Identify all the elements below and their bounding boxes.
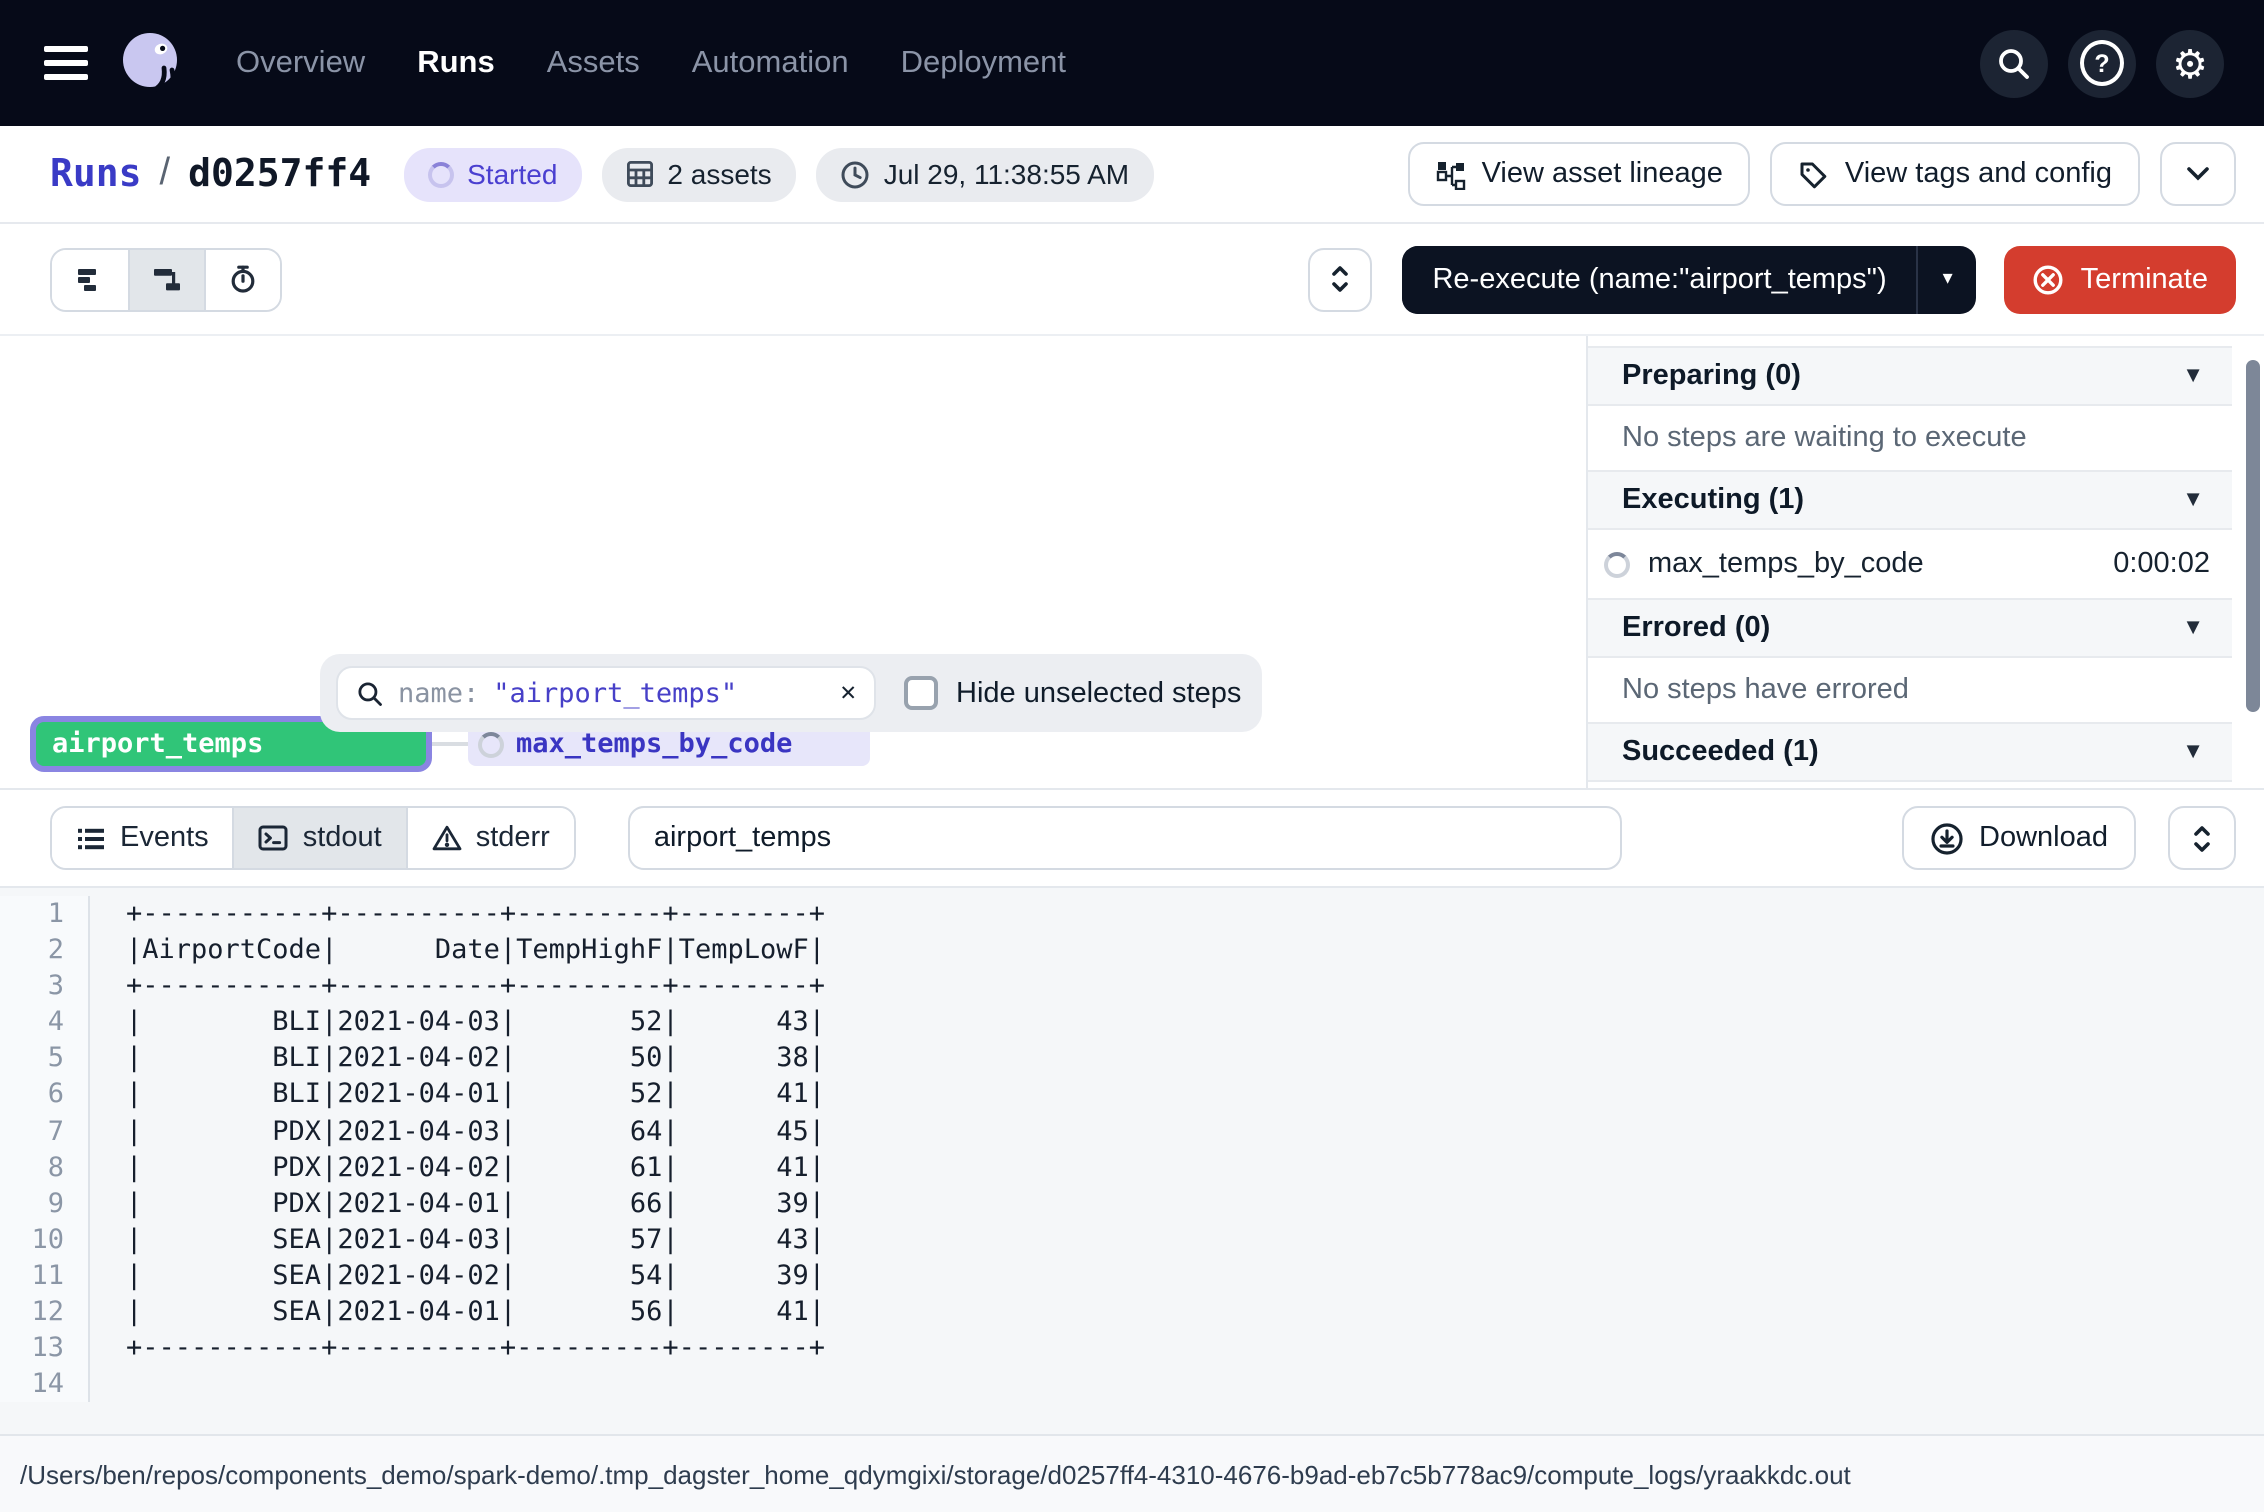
download-button[interactable]: Download: [1901, 806, 2136, 870]
gantt-flat-icon: [75, 265, 105, 293]
events-list-icon: [76, 825, 106, 851]
caret-down-icon: ▼: [2182, 488, 2204, 512]
log-line: 10| SEA|2021-04-03| 57| 43|: [0, 1222, 2264, 1258]
spinner-icon: [478, 731, 504, 757]
warning-triangle-icon: [432, 824, 462, 852]
view-gantt-flat-button[interactable]: [52, 249, 128, 309]
reexecute-dropdown-caret[interactable]: ▾: [1917, 245, 1977, 313]
tab-stderr[interactable]: stderr: [406, 808, 574, 868]
nav-item-runs[interactable]: Runs: [417, 45, 495, 81]
top-nav: Overview Runs Assets Automation Deployme…: [0, 0, 2264, 126]
log-line: 9| PDX|2021-04-01| 66| 39|: [0, 1186, 2264, 1222]
tab-stdout[interactable]: stdout: [233, 808, 406, 868]
log-file-path: /Users/ben/repos/components_demo/spark-d…: [20, 1459, 1851, 1489]
section-succeeded-header[interactable]: Succeeded (1) ▼: [1588, 722, 2232, 782]
elapsed-time: 0:00:02: [2113, 548, 2210, 580]
breadcrumb-runs-link[interactable]: Runs: [50, 152, 142, 196]
search-icon[interactable]: [1980, 29, 2048, 97]
view-mode-toggle: [50, 247, 282, 311]
reexecute-button[interactable]: Re-execute (name:"airport_temps"): [1402, 245, 1916, 313]
log-line: 5| BLI|2021-04-02| 50| 38|: [0, 1041, 2264, 1077]
expand-vertical-icon: [1328, 264, 1352, 294]
terminate-circle-x-icon: [2033, 263, 2065, 295]
log-line: 7| PDX|2021-04-03| 64| 45|: [0, 1113, 2264, 1149]
hide-unselected-label: Hide unselected steps: [956, 677, 1241, 709]
run-id: d0257ff4: [188, 152, 371, 196]
gantt-waterfall-icon: [152, 265, 182, 293]
timestamp-badge: Jul 29, 11:38:55 AM: [816, 147, 1153, 201]
panel-scrollbar-thumb[interactable]: [2246, 360, 2260, 712]
download-icon: [1929, 821, 1963, 855]
section-preparing-message: No steps are waiting to execute: [1588, 406, 2264, 470]
log-line: 4| BLI|2021-04-03| 52| 43|: [0, 1005, 2264, 1041]
spinner-icon: [1604, 551, 1630, 577]
asset-grid-icon: [625, 160, 653, 188]
log-line: 13+-----------+----------+---------+----…: [0, 1330, 2264, 1366]
more-actions-chevron-button[interactable]: [2160, 142, 2236, 206]
caret-down-icon: ▼: [2182, 364, 2204, 388]
log-line: 12| SEA|2021-04-01| 56| 41|: [0, 1294, 2264, 1330]
chevron-down-icon: [2186, 166, 2210, 182]
nav-item-assets[interactable]: Assets: [547, 45, 640, 81]
log-file-path-bar: /Users/ben/repos/components_demo/spark-d…: [0, 1434, 2264, 1512]
executing-step-row[interactable]: max_temps_by_code 0:00:02: [1588, 530, 2264, 598]
step-query-input[interactable]: name:"airport_temps" ✕: [336, 666, 876, 720]
settings-gear-icon[interactable]: ⚙: [2156, 29, 2224, 97]
clear-query-icon[interactable]: ✕: [840, 680, 856, 706]
view-gantt-waterfall-button[interactable]: [128, 249, 204, 309]
stdout-log-viewer[interactable]: 1+-----------+----------+---------+-----…: [0, 888, 2264, 1434]
run-header: Runs / d0257ff4 Started 2 assets Jul 29,…: [0, 126, 2264, 224]
clock-icon: [840, 159, 870, 189]
zoom-fit-button[interactable]: [1308, 247, 1372, 311]
log-line: 3+-----------+----------+---------+-----…: [0, 968, 2264, 1004]
dagster-logo-icon[interactable]: [116, 27, 188, 99]
nav-item-automation[interactable]: Automation: [692, 45, 849, 81]
terminate-button[interactable]: Terminate: [2005, 245, 2236, 313]
section-errored-message: No steps have errored: [1588, 658, 2264, 722]
gantt-graph-area: airport_temps max_temps_by_code name:"ai…: [0, 336, 2264, 788]
breadcrumb-separator: /: [160, 152, 171, 196]
caret-down-icon: ▾: [1943, 268, 1953, 290]
hide-unselected-checkbox[interactable]: [904, 676, 938, 710]
view-tags-config-button[interactable]: View tags and config: [1771, 142, 2140, 206]
log-line: 2|AirportCode| Date|TempHighF|TempLowF|: [0, 932, 2264, 968]
graph-edge: [432, 742, 468, 746]
caret-down-icon: ▼: [2182, 616, 2204, 640]
tab-events[interactable]: Events: [52, 808, 233, 868]
log-line: 11| SEA|2021-04-02| 54| 39|: [0, 1258, 2264, 1294]
assets-badge[interactable]: 2 assets: [601, 147, 795, 201]
run-toolbar: Re-execute (name:"airport_temps") ▾ Term…: [0, 224, 2264, 336]
log-step-filter-input[interactable]: [628, 806, 1622, 870]
reexecute-button-group: Re-execute (name:"airport_temps") ▾: [1402, 245, 1976, 313]
status-badge: Started: [403, 147, 581, 201]
view-asset-lineage-button[interactable]: View asset lineage: [1408, 142, 1751, 206]
nav-items: Overview Runs Assets Automation Deployme…: [236, 45, 1066, 81]
view-timer-button[interactable]: [204, 249, 280, 309]
section-errored-header[interactable]: Errored (0) ▼: [1588, 598, 2232, 658]
section-executing-header[interactable]: Executing (1) ▼: [1588, 470, 2232, 530]
log-tabs: Events stdout stderr: [50, 806, 576, 870]
log-line: 8| PDX|2021-04-02| 61| 41|: [0, 1149, 2264, 1185]
tag-icon: [1799, 159, 1829, 189]
nav-item-deployment[interactable]: Deployment: [901, 45, 1066, 81]
help-icon[interactable]: ?: [2068, 29, 2136, 97]
log-toolbar: Events stdout stderr Download: [0, 788, 2264, 888]
caret-down-icon: ▼: [2182, 740, 2204, 764]
menu-icon[interactable]: [32, 35, 88, 91]
log-line: 1+-----------+----------+---------+-----…: [0, 896, 2264, 932]
terminal-icon: [259, 824, 289, 852]
section-preparing-header[interactable]: Preparing (0) ▼: [1588, 346, 2232, 406]
spinner-icon: [427, 161, 453, 187]
expand-vertical-icon: [2190, 823, 2214, 853]
stopwatch-icon: [228, 264, 258, 294]
steps-status-panel: Preparing (0) ▼ No steps are waiting to …: [1586, 336, 2264, 788]
lineage-icon: [1436, 159, 1466, 189]
log-line: 14: [0, 1366, 2264, 1402]
graph-filter-bar: name:"airport_temps" ✕ Hide unselected s…: [320, 654, 1262, 732]
nav-item-overview[interactable]: Overview: [236, 45, 365, 81]
expand-logs-button[interactable]: [2168, 806, 2236, 870]
search-icon: [356, 679, 384, 707]
log-line: 6| BLI|2021-04-01| 52| 41|: [0, 1077, 2264, 1113]
